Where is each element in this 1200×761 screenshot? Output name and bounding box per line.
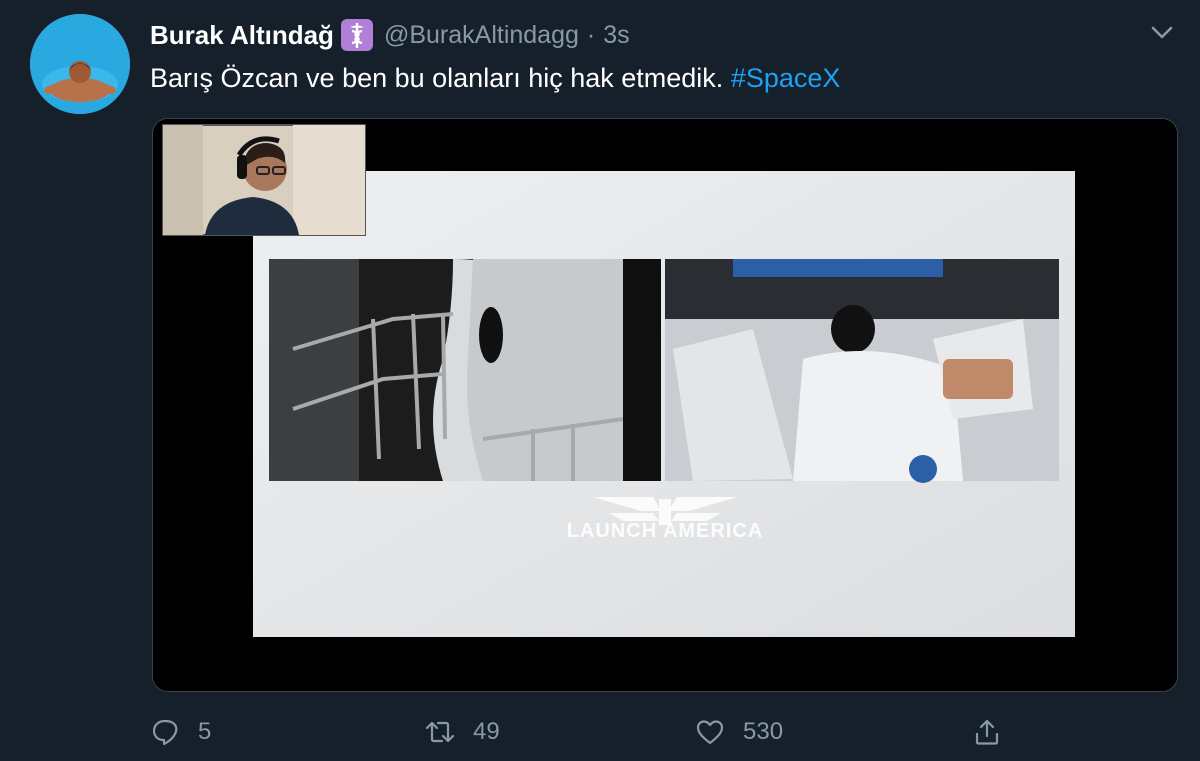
heart-icon	[696, 720, 724, 745]
author-handle[interactable]: @BurakAltindagg	[384, 21, 579, 50]
reply-icon	[152, 719, 178, 746]
capsule-interior-feed	[665, 259, 1059, 483]
tweet-media[interactable]: LAUNCH AMERICA	[152, 118, 1178, 692]
medical-caduceus-icon	[340, 18, 374, 52]
separator-dot: ·	[586, 20, 596, 49]
retweet-count: 49	[473, 718, 500, 745]
like-button[interactable]: 530	[695, 710, 783, 754]
logo-text: LAUNCH AMERICA	[567, 520, 764, 542]
chevron-down-icon[interactable]	[1148, 18, 1176, 46]
webcam-overlay	[162, 124, 366, 236]
tweet-text: Barış Özcan ve ben bu olanları hiç hak e…	[150, 56, 840, 100]
retweet-button[interactable]: 49	[425, 710, 500, 754]
timestamp[interactable]: 3s	[603, 21, 629, 50]
capsule-exterior-feed	[269, 259, 661, 481]
like-count: 530	[743, 718, 784, 745]
author-avatar[interactable]	[30, 14, 130, 114]
tweet-body: Barış Özcan ve ben bu olanları hiç hak e…	[150, 63, 724, 93]
reply-button[interactable]: 5	[150, 710, 211, 754]
tweet-header: Burak Altındağ @BurakAltindagg · 3s	[150, 18, 630, 52]
share-icon	[975, 719, 999, 745]
reply-count: 5	[198, 718, 212, 745]
retweet-icon	[425, 721, 455, 743]
author-name[interactable]: Burak Altındağ	[150, 20, 334, 51]
tweet-actions: 5 49 530	[150, 710, 1020, 754]
share-button[interactable]	[972, 710, 1020, 754]
hashtag-link[interactable]: #SpaceX	[731, 63, 841, 93]
